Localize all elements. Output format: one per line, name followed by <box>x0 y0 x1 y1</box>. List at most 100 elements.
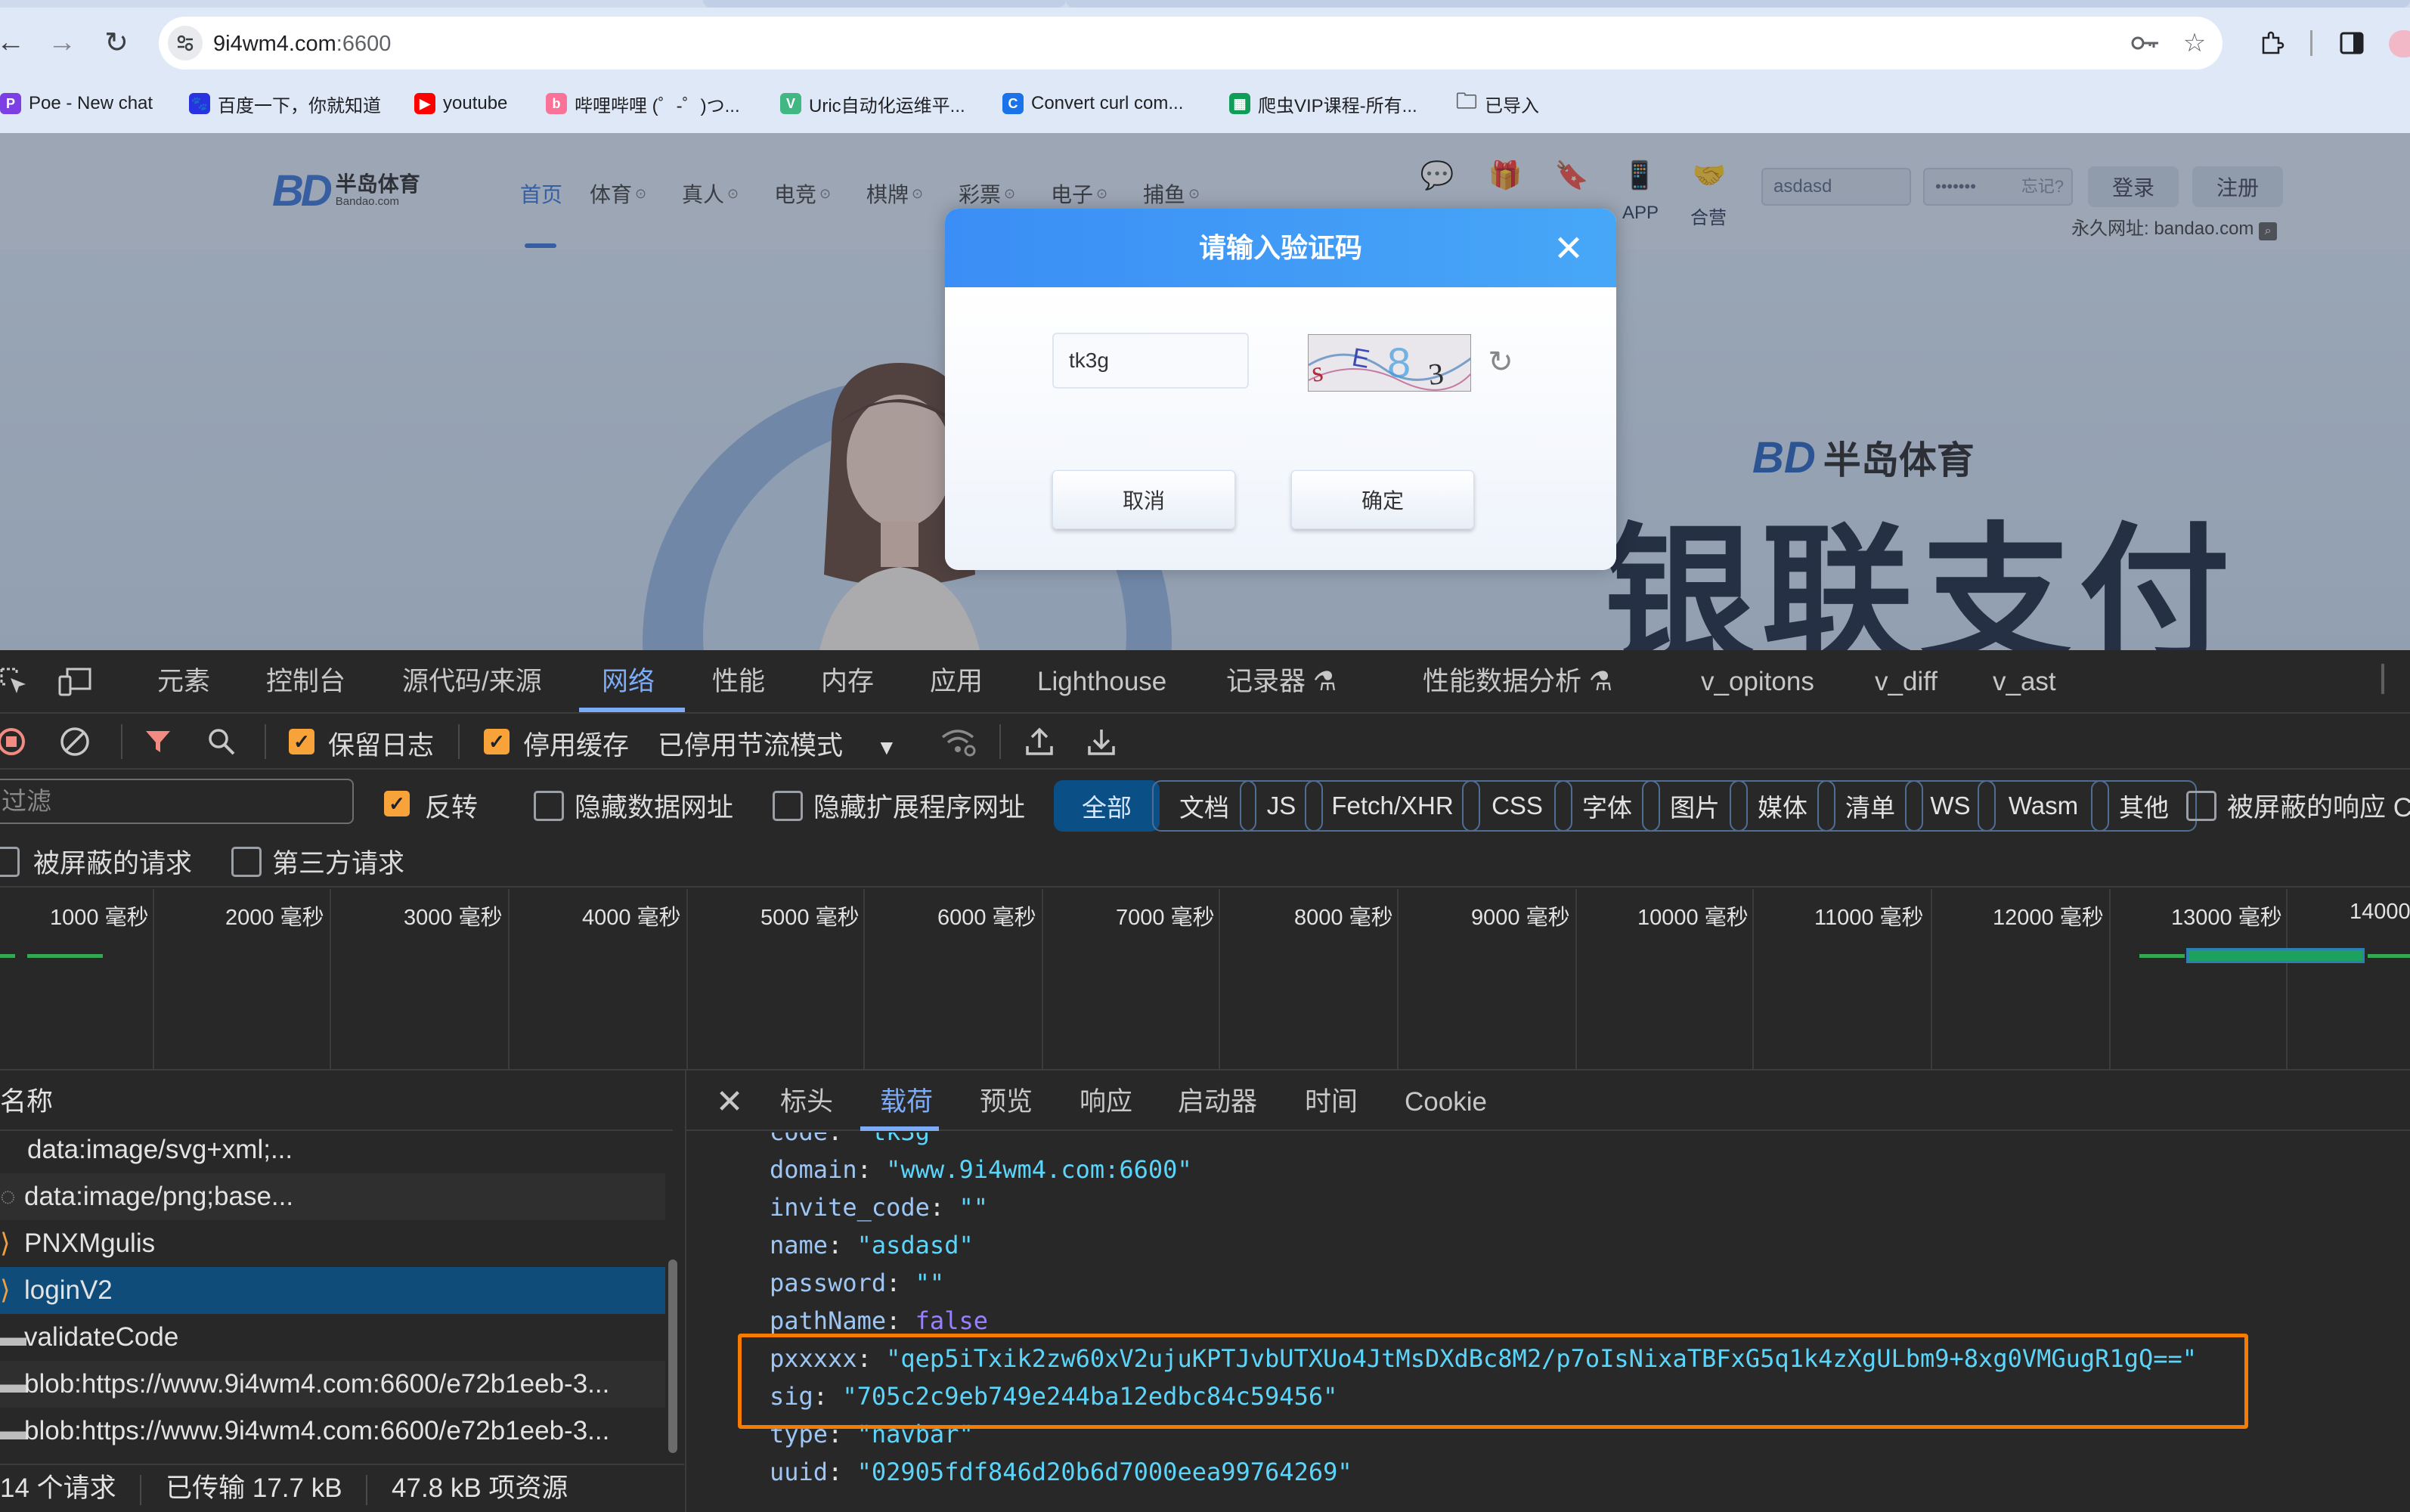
refresh-icon[interactable]: ↻ <box>1482 343 1519 381</box>
hide-extension-urls-label[interactable]: 隐藏扩展程序网址 <box>813 786 1025 825</box>
preserve-log-checkbox[interactable]: ✓ <box>289 729 314 754</box>
request-row[interactable]: ▬validateCode <box>0 1314 665 1361</box>
bookmark-star-icon[interactable]: ☆ <box>2177 26 2212 60</box>
tab-payload[interactable]: 载荷 <box>880 1074 933 1131</box>
side-panel-icon[interactable] <box>2331 23 2372 64</box>
browser-tab[interactable] <box>1066 0 2410 8</box>
document-icon: ▬ <box>0 1322 26 1352</box>
payload-line[interactable]: name: "asdasd" <box>770 1226 974 1264</box>
tab-performance-insights[interactable]: 性能数据分析 ⚗ <box>1423 653 1612 711</box>
clear-icon[interactable] <box>56 723 94 761</box>
cancel-button[interactable]: 取消 <box>1052 470 1235 529</box>
tab-response[interactable]: 响应 <box>1080 1074 1132 1131</box>
request-row[interactable]: ▬blob:https://www.9i4wm4.com:6600/e72b1e… <box>0 1361 665 1408</box>
invert-checkbox[interactable]: ✓ <box>384 791 410 816</box>
tab-memory[interactable]: 内存 <box>821 653 874 711</box>
tab-timing[interactable]: 时间 <box>1305 1074 1358 1131</box>
blocked-response-cookies-label[interactable]: 被屏蔽的响应 C <box>2227 786 2410 825</box>
close-icon[interactable]: ✕ <box>1550 229 1588 269</box>
tab-elements[interactable]: 元素 <box>157 653 210 711</box>
tab-console[interactable]: 控制台 <box>266 653 345 711</box>
tab-recorder[interactable]: 记录器 ⚗ <box>1226 653 1337 711</box>
blocked-requests-checkbox[interactable] <box>0 847 20 877</box>
record-stop-icon[interactable] <box>0 723 30 761</box>
bookmark-bilibili[interactable]: b 哔哩哔哩 (゜-゜)つ... <box>546 85 740 122</box>
back-icon[interactable]: ← <box>0 21 32 64</box>
password-key-icon[interactable] <box>2129 26 2164 60</box>
filter-funnel-icon[interactable] <box>139 723 177 761</box>
filter-chip-wasm[interactable]: Wasm <box>1978 780 2109 832</box>
timeline-gridline <box>1752 889 1754 1070</box>
toolbar-divider <box>121 724 122 759</box>
captcha-input[interactable]: tk3g <box>1052 333 1249 389</box>
close-icon[interactable]: ✕ <box>711 1083 748 1120</box>
inspect-element-icon[interactable] <box>0 658 35 705</box>
payload-line[interactable]: uuid: "02905fdf846d20b6d7000eea99764269" <box>770 1453 1352 1491</box>
invert-label[interactable]: 反转 <box>425 786 478 825</box>
hide-data-urls-checkbox[interactable] <box>534 791 564 821</box>
throttling-select[interactable]: 已停用节流模式 ▼ <box>658 724 897 763</box>
bookmark-poe[interactable]: P Poe - New chat <box>0 85 153 122</box>
filter-input[interactable]: 过滤 <box>0 779 354 824</box>
bookmark-crawler-course[interactable]: ▦ 爬虫VIP课程-所有... <box>1229 85 1417 122</box>
profile-avatar[interactable] <box>2389 30 2410 57</box>
dropdown-arrow-icon: ▼ <box>876 736 897 759</box>
filter-chip-all[interactable]: 全部 <box>1054 780 1160 832</box>
request-row-selected[interactable]: ⟩ loginV2 <box>0 1267 665 1314</box>
forward-icon[interactable]: → <box>41 21 83 64</box>
bookmark-folder-imported[interactable]: 🗀 已导入 <box>1456 85 1539 122</box>
payload-line[interactable]: invite_code: "" <box>770 1188 988 1226</box>
request-row[interactable]: ◌ data:image/png;base... <box>0 1173 665 1220</box>
request-row[interactable]: ⟩ PNXMgulis <box>0 1220 665 1267</box>
tab-v-opitons[interactable]: v_opitons <box>1701 653 1814 711</box>
payload-line[interactable]: code: "tk3g" <box>770 1132 944 1151</box>
tab-performance[interactable]: 性能 <box>712 653 765 711</box>
disable-cache-label[interactable]: 停用缓存 <box>523 724 629 763</box>
tab-lighthouse[interactable]: Lighthouse <box>1037 653 1166 711</box>
tab-preview[interactable]: 预览 <box>980 1074 1033 1131</box>
request-row[interactable]: data:image/svg+xml;... <box>0 1126 665 1173</box>
tab-headers[interactable]: 标头 <box>780 1074 833 1131</box>
browser-tab[interactable] <box>703 0 1066 8</box>
third-party-label[interactable]: 第三方请求 <box>272 842 404 881</box>
network-conditions-icon[interactable] <box>937 723 978 761</box>
blocked-response-cookies-checkbox[interactable] <box>2186 791 2216 821</box>
import-har-icon[interactable] <box>1021 723 1058 761</box>
preserve-log-label[interactable]: 保留日志 <box>328 724 434 763</box>
payload-line[interactable]: domain: "www.9i4wm4.com:6600" <box>770 1151 1192 1188</box>
baidu-icon: 🐾 <box>189 93 210 114</box>
tab-initiator[interactable]: 启动器 <box>1178 1074 1257 1131</box>
payload-line[interactable]: password: "" <box>770 1264 944 1302</box>
blocked-requests-label[interactable]: 被屏蔽的请求 <box>33 842 192 881</box>
bookmark-uric[interactable]: V Uric自动化运维平... <box>780 85 965 122</box>
timeline-gridline <box>863 889 865 1070</box>
reload-icon[interactable]: ↻ <box>95 21 138 64</box>
tab-v-ast[interactable]: v_ast <box>1993 653 2056 711</box>
device-toolbar-icon[interactable] <box>54 658 97 705</box>
bookmark-baidu[interactable]: 🐾 百度一下，你就知道 <box>189 85 381 122</box>
address-bar[interactable] <box>159 17 2223 70</box>
search-icon[interactable] <box>203 723 240 761</box>
tab-network[interactable]: 网络 <box>602 653 655 711</box>
disable-cache-checkbox[interactable]: ✓ <box>484 729 510 754</box>
third-party-checkbox[interactable] <box>231 847 262 877</box>
site-settings-icon[interactable] <box>168 26 203 60</box>
extensions-icon[interactable] <box>2251 23 2292 64</box>
request-row[interactable]: ▬blob:https://www.9i4wm4.com:6600/e72b1e… <box>0 1408 665 1455</box>
confirm-button[interactable]: 确定 <box>1291 470 1474 529</box>
url-text[interactable]: 9i4wm4.com:6600 <box>213 27 391 60</box>
tab-v-diff[interactable]: v_diff <box>1875 653 1938 711</box>
filter-chip-fetch-xhr[interactable]: Fetch/XHR <box>1305 780 1480 832</box>
tab-cookies[interactable]: Cookie <box>1405 1074 1487 1131</box>
hide-data-urls-label[interactable]: 隐藏数据网址 <box>575 786 733 825</box>
bookmark-youtube[interactable]: ▶ youtube <box>414 85 507 122</box>
name-column-header[interactable]: 名称 <box>0 1074 53 1131</box>
tab-sources[interactable]: 源代码/来源 <box>402 653 542 711</box>
export-har-icon[interactable] <box>1083 723 1120 761</box>
filter-chip-other[interactable]: 其他 <box>2091 780 2197 832</box>
tab-application[interactable]: 应用 <box>930 653 983 711</box>
hide-extension-urls-checkbox[interactable] <box>773 791 803 821</box>
captcha-image[interactable]: s E 8 3 <box>1308 334 1471 392</box>
request-list-scrollbar[interactable] <box>668 1259 677 1453</box>
bookmark-curl-converter[interactable]: C Convert curl com... <box>1002 85 1183 122</box>
